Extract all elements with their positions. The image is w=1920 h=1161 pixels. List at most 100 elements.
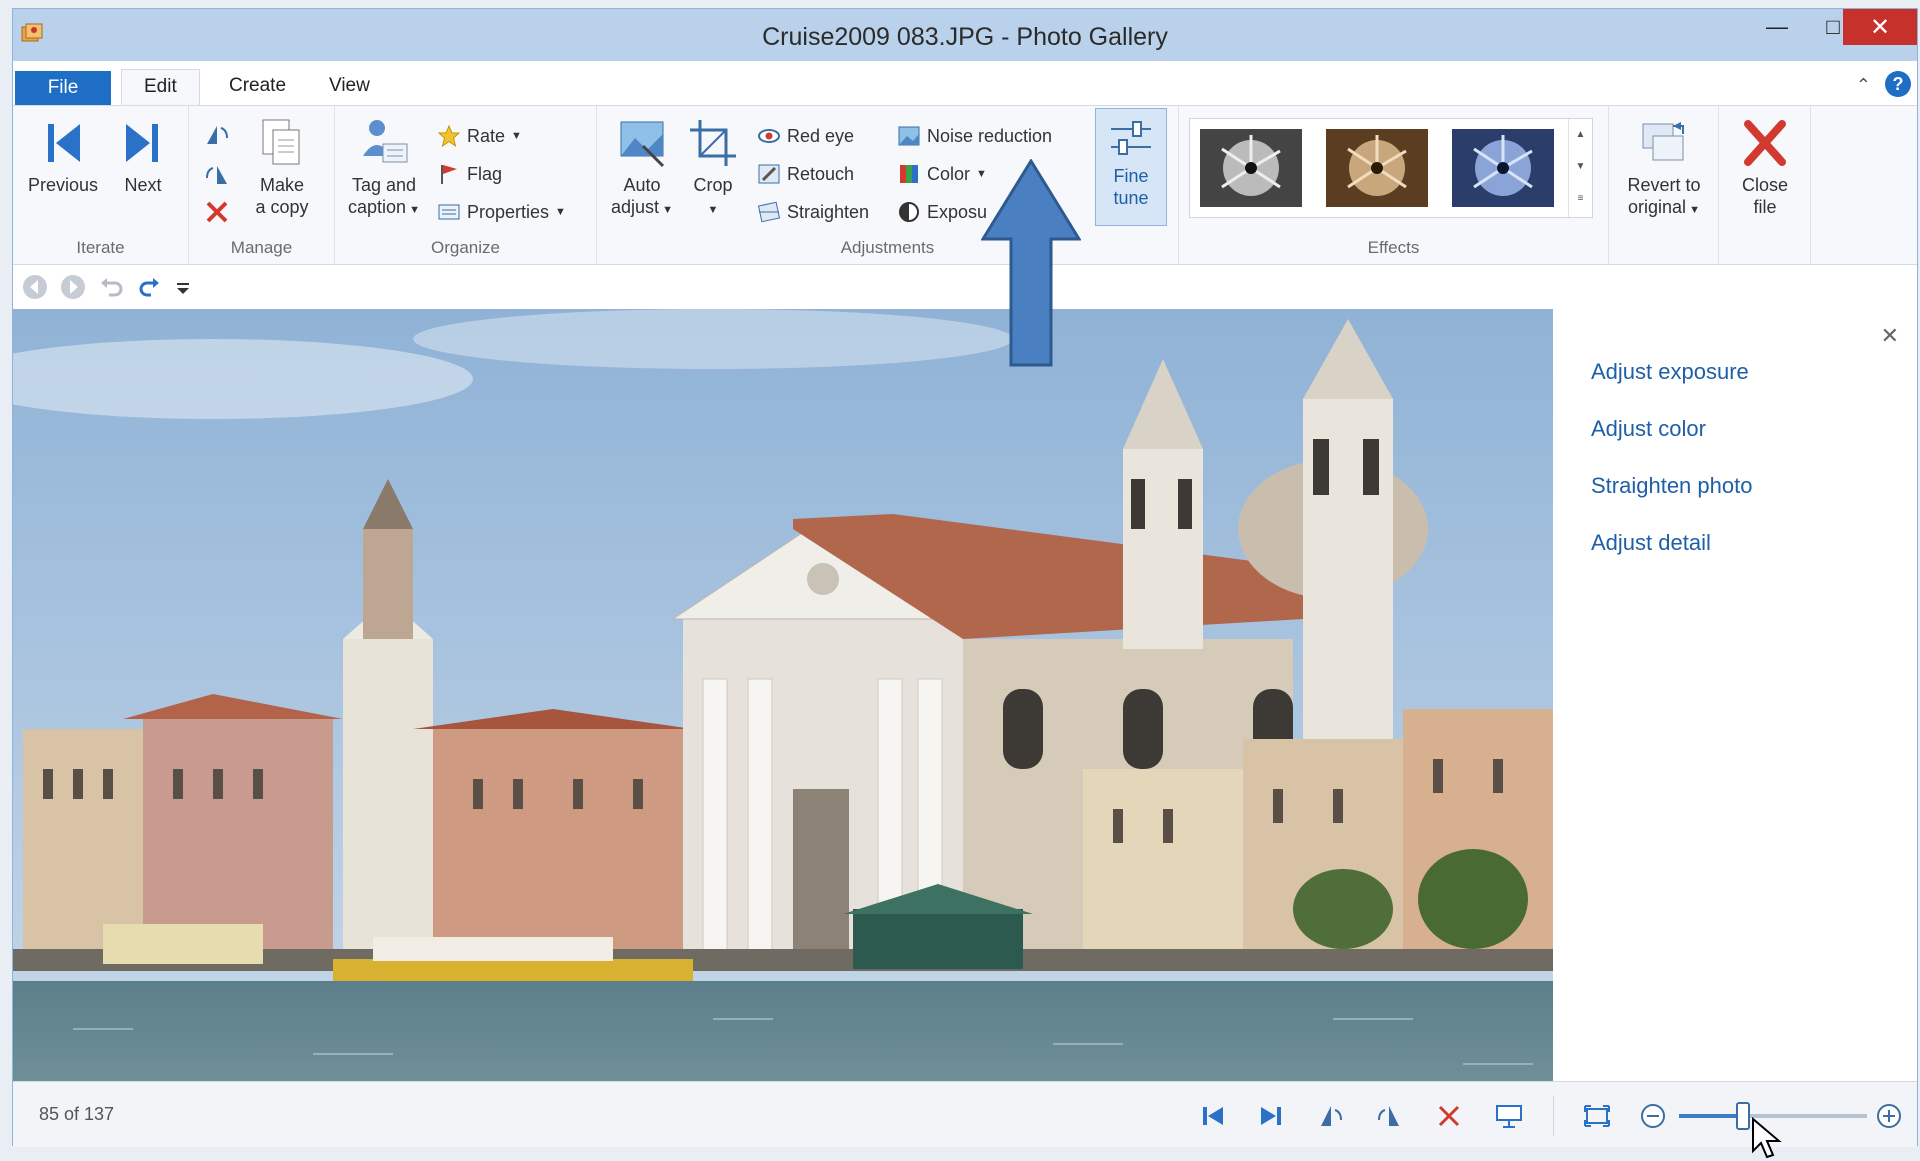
retouch-icon — [758, 164, 780, 184]
properties-icon — [438, 204, 460, 220]
revert-label-2: original — [1628, 197, 1687, 217]
effects-gallery-scroll[interactable]: ▲ ▼ ≡ — [1568, 119, 1592, 217]
minimize-button[interactable]: — — [1749, 9, 1805, 45]
red-eye-button[interactable]: Red eye — [757, 122, 854, 150]
properties-button[interactable]: Properties ▼ — [437, 198, 566, 226]
tag-person-icon — [363, 120, 408, 163]
crop-icon — [690, 120, 736, 166]
copy-icon — [262, 119, 300, 165]
fine-tune-pane: ✕ Adjust exposure Adjust color Straighte… — [1553, 309, 1917, 1081]
flag-label: Flag — [467, 163, 503, 184]
group-manage: Make a copy Manage — [189, 106, 335, 264]
auto-adjust-label-2: adjust — [611, 197, 660, 217]
close-window-button[interactable]: ✕ — [1843, 9, 1917, 45]
previous-button[interactable]: Previous — [25, 116, 101, 196]
group-label-manage: Manage — [230, 238, 293, 257]
group-label-iterate: Iterate — [76, 238, 125, 257]
group-effects: ▲ ▼ ≡ Effects — [1179, 106, 1609, 264]
auto-adjust-button[interactable]: Auto adjust ▼ — [605, 116, 679, 221]
red-eye-icon — [758, 129, 780, 143]
make-copy-button[interactable]: Make a copy — [239, 116, 325, 218]
next-icon — [126, 124, 158, 162]
window-title: Cruise2009 083.JPG - Photo Gallery — [762, 23, 1168, 51]
straighten-label: Straighten — [787, 201, 870, 222]
fine-tune-label-1: Fine — [1113, 166, 1149, 186]
tab-file[interactable]: File — [15, 71, 111, 105]
tag-label-1: Tag and — [351, 175, 417, 195]
noise-reduction-icon — [898, 126, 920, 146]
effects-gallery: ▲ ▼ ≡ — [1189, 118, 1593, 218]
tab-view[interactable]: View — [307, 69, 392, 105]
effect-thumbnail-black-white[interactable] — [1200, 129, 1302, 207]
group-close: Close file — [1719, 106, 1811, 264]
star-icon — [437, 124, 461, 148]
slideshow-icon[interactable] — [1493, 1100, 1525, 1132]
ribbon-tab-row: File Edit Create View ⌃ ? — [13, 61, 1917, 105]
previous-label: Previous — [27, 175, 99, 195]
rate-label: Rate — [467, 125, 506, 146]
exposure-icon — [899, 202, 919, 222]
adjust-detail-link[interactable]: Adjust detail — [1591, 530, 1711, 556]
help-icon[interactable]: ? — [1885, 71, 1911, 97]
tag-label-2: caption — [348, 197, 407, 217]
annotation-arrow — [981, 159, 1081, 367]
effect-thumbnail-cyan-tone[interactable] — [1452, 129, 1554, 207]
photo-view[interactable] — [13, 309, 1553, 1081]
retouch-label: Retouch — [787, 163, 855, 184]
fine-tune-button[interactable]: Fine tune — [1095, 108, 1167, 226]
close-file-button[interactable]: Close file — [1727, 116, 1803, 218]
rate-button[interactable]: Rate ▼ — [437, 122, 522, 150]
rotate-right-icon[interactable] — [203, 160, 231, 188]
effect-thumbnail-sepia[interactable] — [1326, 129, 1428, 207]
tag-and-caption-button[interactable]: Tag and caption ▼ — [341, 116, 427, 221]
retouch-button[interactable]: Retouch — [757, 160, 854, 188]
straighten-button[interactable]: Straighten — [757, 198, 869, 226]
adjust-color-link[interactable]: Adjust color — [1591, 416, 1706, 442]
title-bar: Cruise2009 083.JPG - Photo Gallery — □ ✕ — [13, 9, 1917, 61]
photo-gallery-window: Cruise2009 083.JPG - Photo Gallery — □ ✕… — [12, 8, 1918, 1159]
pane-close-icon[interactable]: ✕ — [1881, 323, 1899, 349]
auto-adjust-icon — [620, 121, 665, 168]
flag-icon — [441, 165, 457, 184]
revert-icon — [1642, 122, 1684, 161]
undo-icon[interactable] — [97, 273, 125, 301]
adjust-exposure-link[interactable]: Adjust exposure — [1591, 359, 1749, 385]
group-organize: Tag and caption ▼ Rate ▼ Flag Properties ▼… — [335, 106, 597, 264]
color-label: Color — [927, 163, 971, 184]
back-icon[interactable] — [21, 273, 49, 301]
collapse-ribbon-icon[interactable]: ⌃ — [1856, 75, 1871, 96]
fine-tune-label-2: tune — [1113, 188, 1149, 208]
delete-icon[interactable] — [203, 198, 231, 226]
next-photo-icon[interactable] — [1255, 1100, 1287, 1132]
crop-label: Crop — [693, 175, 733, 195]
group-label-organize: Organize — [431, 238, 500, 257]
revert-to-original-button[interactable]: Revert to original ▼ — [1615, 116, 1713, 221]
actual-size-icon[interactable] — [1581, 1100, 1613, 1132]
close-file-label-2: file — [1753, 197, 1777, 217]
properties-label: Properties — [467, 201, 550, 222]
close-file-icon — [1744, 120, 1786, 166]
noise-reduction-button[interactable]: Noise reduction — [897, 122, 1052, 150]
rotate-right-status-icon[interactable] — [1373, 1100, 1405, 1132]
flag-button[interactable]: Flag — [437, 160, 502, 188]
delete-status-icon[interactable] — [1433, 1100, 1465, 1132]
tab-create[interactable]: Create — [207, 69, 308, 105]
forward-icon[interactable] — [59, 273, 87, 301]
crop-button[interactable]: Crop ▼ — [683, 116, 743, 221]
customize-toolbar-icon[interactable] — [173, 273, 193, 301]
quick-access-toolbar — [13, 265, 1917, 307]
exposure-button[interactable]: Exposu — [897, 198, 987, 226]
tab-edit[interactable]: Edit — [121, 69, 200, 105]
zoom-in-icon[interactable] — [1873, 1100, 1905, 1132]
rotate-left-status-icon[interactable] — [1315, 1100, 1347, 1132]
group-label-adjustments: Adjustments — [840, 238, 935, 257]
first-photo-icon[interactable] — [1197, 1100, 1229, 1132]
close-file-label-1: Close — [1741, 175, 1789, 195]
straighten-photo-link[interactable]: Straighten photo — [1591, 473, 1752, 499]
next-button[interactable]: Next — [111, 116, 175, 196]
zoom-slider-thumb[interactable] — [1735, 1102, 1750, 1130]
redo-icon[interactable] — [135, 273, 163, 301]
zoom-out-icon[interactable] — [1637, 1100, 1669, 1132]
color-button[interactable]: Color ▼ — [897, 160, 987, 188]
rotate-left-icon[interactable] — [203, 120, 231, 148]
